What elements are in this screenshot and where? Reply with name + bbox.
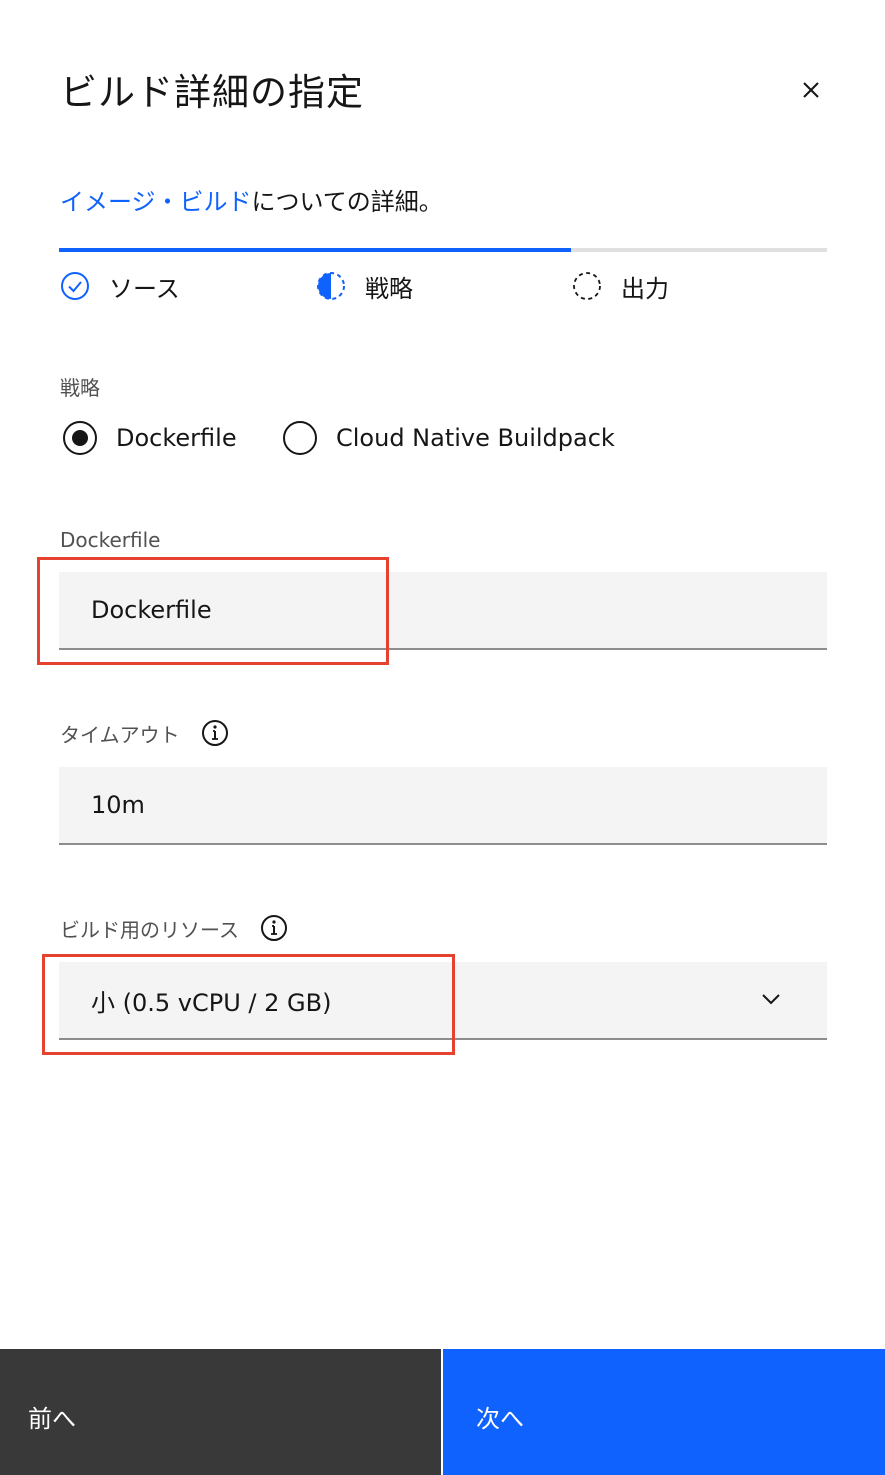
- step-source[interactable]: ソース: [59, 270, 180, 303]
- radio-cloud-native-buildpack[interactable]: Cloud Native Buildpack: [280, 418, 615, 458]
- resources-value: 小 (0.5 vCPU / 2 GB): [91, 988, 332, 1017]
- close-icon[interactable]: [790, 70, 830, 110]
- subtitle-text: についての詳細。: [251, 188, 443, 216]
- radio-unselected-icon[interactable]: [280, 418, 320, 458]
- next-button[interactable]: 次へ: [443, 1349, 885, 1475]
- dashed-circle-icon: [573, 272, 601, 300]
- modal-title: ビルド詳細の指定: [60, 71, 364, 114]
- modal-subtitle: イメージ・ビルドについての詳細。: [60, 182, 443, 217]
- timeout-label-text: タイムアウト: [60, 722, 180, 747]
- half-circle-icon: [317, 272, 345, 300]
- info-icon[interactable]: [259, 913, 289, 943]
- step-label: 戦略: [365, 274, 413, 303]
- step-label: ソース: [109, 274, 180, 303]
- dockerfile-input[interactable]: Dockerfile: [59, 572, 827, 650]
- progress-fill: [59, 248, 571, 252]
- dockerfile-label: Dockerfile: [60, 528, 161, 552]
- resources-label-text: ビルド用のリソース: [60, 917, 239, 942]
- checkmark-circle-icon: [61, 272, 89, 300]
- dockerfile-value: Dockerfile: [91, 596, 212, 624]
- radio-selected-icon[interactable]: [60, 418, 100, 458]
- radio-dockerfile[interactable]: Dockerfile: [60, 418, 237, 458]
- timeout-input[interactable]: 10m: [59, 767, 827, 845]
- info-icon[interactable]: [200, 718, 230, 748]
- resources-select[interactable]: 小 (0.5 vCPU / 2 GB): [59, 962, 827, 1040]
- back-button[interactable]: 前へ: [0, 1349, 441, 1475]
- image-build-link[interactable]: イメージ・ビルド: [60, 188, 252, 216]
- radio-label: Cloud Native Buildpack: [336, 424, 615, 452]
- chevron-down-icon[interactable]: [761, 992, 781, 1006]
- timeout-value: 10m: [91, 791, 145, 819]
- resources-label: ビルド用のリソース: [60, 913, 289, 943]
- radio-label: Dockerfile: [116, 424, 237, 452]
- step-output[interactable]: 出力: [571, 270, 669, 303]
- timeout-label: タイムアウト: [60, 718, 230, 748]
- step-strategy[interactable]: 戦略: [315, 270, 413, 303]
- close-button[interactable]: [790, 70, 830, 110]
- strategy-label: 戦略: [60, 376, 100, 400]
- step-label: 出力: [621, 274, 669, 303]
